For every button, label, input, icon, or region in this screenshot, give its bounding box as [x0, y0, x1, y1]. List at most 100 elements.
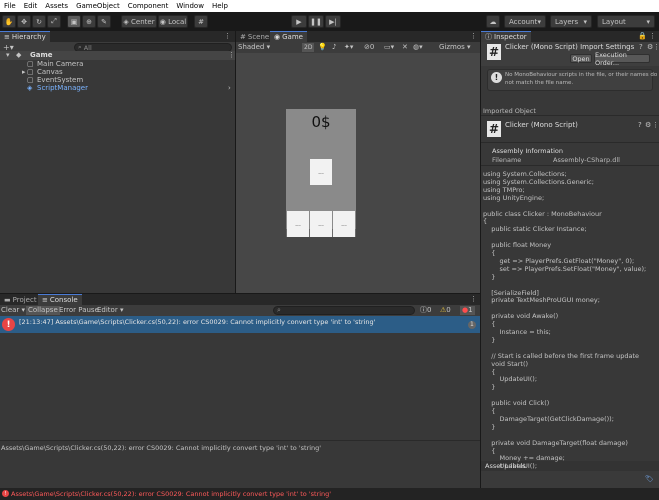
- lock-icon[interactable]: 🔒: [638, 32, 647, 40]
- tab-inspector[interactable]: ⓘ Inspector: [481, 31, 531, 42]
- hierarchy-item-scriptmanager[interactable]: ◈ ScriptManager ›: [0, 84, 235, 92]
- info-filter-toggle[interactable]: ⓘ0: [420, 305, 431, 316]
- tab-hierarchy[interactable]: ≡ Hierarchy: [0, 31, 50, 42]
- camera-icon[interactable]: ▭▾: [384, 42, 394, 53]
- code-line: {: [483, 367, 496, 376]
- hand-tool-button[interactable]: ✋: [2, 15, 16, 28]
- play-button[interactable]: ▶: [291, 15, 307, 28]
- label-tag-icon[interactable]: 🏷: [645, 475, 654, 483]
- upgrade-button-2[interactable]: ...: [310, 211, 332, 237]
- rect-tool-button[interactable]: ▣: [67, 15, 81, 28]
- console-panel: ▬ Project ≡ Console ⋮ Clear ▾ Collapse Err…: [0, 294, 480, 488]
- code-line: }: [483, 383, 496, 392]
- menu-window[interactable]: Window: [172, 0, 208, 12]
- list-icon: ≡: [4, 33, 10, 41]
- pivot-toggle[interactable]: ◈ Center: [121, 15, 157, 28]
- hierarchy-item-eventsystem[interactable]: ▢ EventSystem: [0, 76, 235, 84]
- rotate-tool-button[interactable]: ↻: [32, 15, 46, 28]
- folder-icon: ▬: [4, 295, 11, 304]
- globe-icon[interactable]: ◍▾: [413, 42, 423, 53]
- audio-icon[interactable]: ♪: [332, 42, 336, 53]
- status-bar: ! Assets\Game\Scripts\Clicker.cs(50,22):…: [0, 488, 659, 500]
- cloud-icon: ☁: [489, 17, 497, 26]
- scene-icon: #: [240, 32, 246, 41]
- collab-button[interactable]: ☁: [486, 15, 500, 28]
- tab-console[interactable]: ≡ Console: [38, 294, 82, 305]
- menu-gameobject[interactable]: GameObject: [72, 0, 124, 12]
- filename-value: Assembly-CSharp.dll: [553, 156, 620, 164]
- play-icon: ▶: [296, 17, 302, 26]
- gameobject-icon: ▢: [27, 68, 34, 76]
- effects-icon[interactable]: ✦▾: [344, 42, 353, 53]
- clear-button[interactable]: Clear ▾: [1, 305, 25, 316]
- warning-filter-toggle[interactable]: ⚠0: [440, 305, 451, 316]
- menu-bar: File Edit Assets GameObject Component Wi…: [0, 0, 659, 12]
- shading-mode-dropdown[interactable]: Shaded ▾: [238, 42, 270, 53]
- status-error-message[interactable]: Assets\Game\Scripts\Clicker.cs(50,22): e…: [11, 490, 331, 498]
- code-line: {: [483, 407, 496, 415]
- more-options-icon[interactable]: ⋮: [652, 121, 659, 129]
- more-options-icon[interactable]: ⋮: [224, 32, 231, 40]
- code-line: using UnityEngine;: [483, 193, 545, 202]
- settings-icon[interactable]: ⚙: [645, 121, 651, 129]
- light-icon[interactable]: 💡: [318, 42, 327, 53]
- pause-button[interactable]: ❚❚: [308, 15, 324, 28]
- more-options-icon[interactable]: ⋮: [653, 43, 659, 51]
- menu-component[interactable]: Component: [124, 0, 173, 12]
- editor-dropdown[interactable]: Editor ▾: [97, 305, 123, 316]
- move-tool-button[interactable]: ✥: [17, 15, 31, 28]
- error-pause-toggle[interactable]: Error Pause: [59, 305, 99, 316]
- scale-icon: ⤢: [51, 17, 57, 25]
- mode-2d-toggle[interactable]: 2D: [302, 43, 315, 52]
- open-button[interactable]: Open: [570, 54, 592, 63]
- hierarchy-item-main-camera[interactable]: ▢ Main Camera: [0, 60, 235, 68]
- console-log-entry[interactable]: ! [21:13:47] Assets\Game\Scripts\Clicker…: [0, 316, 480, 333]
- upgrade-button-3[interactable]: ...: [333, 211, 355, 237]
- expand-arrow-icon[interactable]: ▸: [22, 68, 26, 76]
- account-dropdown[interactable]: Account ▾: [504, 15, 546, 28]
- object-title: Clicker (Mono Script): [505, 121, 578, 129]
- menu-assets[interactable]: Assets: [41, 0, 72, 12]
- visibility-icon[interactable]: ⊘0: [364, 42, 374, 53]
- step-button[interactable]: ▶|: [325, 15, 341, 28]
- layers-dropdown[interactable]: Layers ▾: [550, 15, 592, 28]
- execution-order-button[interactable]: Execution Order...: [594, 51, 650, 67]
- click-target-button[interactable]: ...: [310, 159, 332, 185]
- scene-header-row[interactable]: ▾ ◆ Game ⋮: [0, 51, 235, 60]
- space-toggle[interactable]: ◉ Local: [158, 15, 188, 28]
- menu-help[interactable]: Help: [208, 0, 232, 12]
- grid-snap-button[interactable]: #: [194, 15, 208, 28]
- hierarchy-item-canvas[interactable]: ▸ ▢ Canvas: [0, 68, 235, 76]
- code-line: Instance = this;: [483, 328, 551, 336]
- code-line: Money += damage;: [483, 454, 565, 463]
- tab-project[interactable]: ▬ Project: [0, 294, 41, 305]
- more-options-icon[interactable]: ⋮: [649, 32, 656, 40]
- scene-menu-icon[interactable]: ⋮: [228, 51, 235, 59]
- code-line: using System.Collections.Generic;: [483, 177, 594, 186]
- more-options-icon[interactable]: ⋮: [470, 32, 477, 40]
- tab-scene[interactable]: # Scene: [236, 31, 273, 42]
- more-options-icon[interactable]: ⋮: [470, 295, 477, 303]
- menu-file[interactable]: File: [0, 0, 20, 12]
- tools-icon[interactable]: ✕: [402, 42, 408, 53]
- custom-tool-button[interactable]: ✎: [97, 15, 111, 28]
- upgrade-button-1[interactable]: ...: [287, 211, 309, 237]
- grid-icon: #: [198, 17, 204, 26]
- code-line: private void Awake(): [483, 312, 559, 321]
- warning-text-line-1: No MonoBehaviour scripts in the file, or…: [505, 72, 658, 78]
- scale-tool-button[interactable]: ⤢: [47, 15, 61, 28]
- menu-edit[interactable]: Edit: [20, 0, 42, 12]
- transform-tool-button[interactable]: ⊕: [82, 15, 96, 28]
- script-icon: #: [487, 44, 501, 60]
- collapse-toggle[interactable]: Collapse: [26, 306, 60, 315]
- error-filter-toggle[interactable]: ●1: [460, 306, 475, 315]
- expand-arrow-icon[interactable]: ▾: [6, 51, 10, 59]
- chevron-right-icon[interactable]: ›: [228, 84, 231, 92]
- layout-dropdown[interactable]: Layout ▾: [597, 15, 655, 28]
- warning-text-line-2: not match the file name.: [505, 80, 574, 86]
- gameobject-icon: ▢: [27, 60, 34, 68]
- console-search-input[interactable]: ⌕: [273, 306, 415, 315]
- help-icon[interactable]: ?: [638, 121, 642, 129]
- tab-game[interactable]: ◉ Game: [270, 31, 307, 42]
- gizmos-dropdown[interactable]: Gizmos ▾: [439, 42, 471, 53]
